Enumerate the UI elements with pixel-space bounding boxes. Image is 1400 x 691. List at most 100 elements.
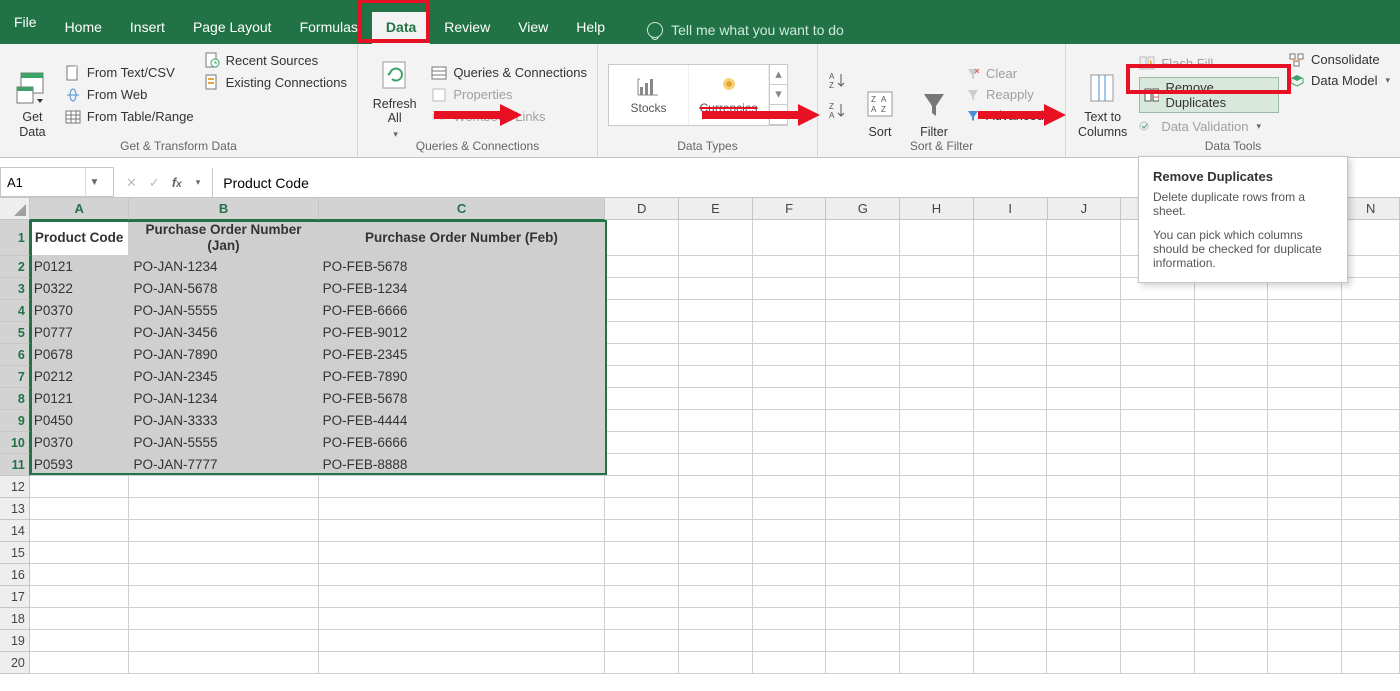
data-model-button[interactable]: Data Model ▾ <box>1289 73 1390 88</box>
cell[interactable] <box>753 542 827 564</box>
cell[interactable]: PO-FEB-2345 <box>319 344 606 366</box>
cell[interactable] <box>1047 564 1121 586</box>
tab-review[interactable]: Review <box>430 12 504 44</box>
cell[interactable] <box>1047 630 1121 652</box>
cell[interactable]: P0678 <box>30 344 130 366</box>
cell[interactable] <box>974 388 1048 410</box>
cell[interactable] <box>605 586 679 608</box>
enter-icon[interactable]: ✓ <box>149 175 160 191</box>
cell[interactable] <box>129 630 318 652</box>
from-text-csv-button[interactable]: From Text/CSV <box>65 65 194 81</box>
cell[interactable] <box>1047 322 1121 344</box>
cell[interactable] <box>1342 300 1400 322</box>
cell[interactable] <box>605 278 679 300</box>
cell[interactable] <box>1121 652 1195 674</box>
cell[interactable] <box>679 454 753 476</box>
namebox[interactable]: ▼ <box>0 167 114 197</box>
cell[interactable] <box>753 476 827 498</box>
cell[interactable]: Purchase Order Number (Feb) <box>319 220 606 256</box>
cell[interactable] <box>900 520 974 542</box>
column-header[interactable]: B <box>129 198 318 220</box>
cell[interactable] <box>1121 608 1195 630</box>
cell[interactable] <box>826 388 900 410</box>
cell[interactable] <box>826 564 900 586</box>
cell[interactable]: PO-JAN-2345 <box>129 366 318 388</box>
cell[interactable]: PO-JAN-5678 <box>129 278 318 300</box>
row-header[interactable]: 19 <box>0 630 30 652</box>
cell[interactable] <box>1121 410 1195 432</box>
sort-desc-button[interactable]: ZA <box>828 100 848 120</box>
select-all-corner[interactable] <box>0 198 30 220</box>
cell[interactable] <box>1047 498 1121 520</box>
filter-button[interactable]: Filter <box>912 50 956 139</box>
cell[interactable] <box>826 454 900 476</box>
row-header[interactable]: 8 <box>0 388 30 410</box>
cell[interactable] <box>319 542 606 564</box>
cell[interactable] <box>679 542 753 564</box>
cell[interactable] <box>605 344 679 366</box>
cell[interactable] <box>753 410 827 432</box>
cell[interactable] <box>30 630 130 652</box>
cell[interactable]: PO-FEB-1234 <box>319 278 606 300</box>
cell[interactable] <box>1121 542 1195 564</box>
cell[interactable] <box>30 498 130 520</box>
remove-duplicates-button[interactable]: Remove Duplicates <box>1139 77 1279 113</box>
cell[interactable] <box>1047 476 1121 498</box>
cell[interactable] <box>1195 630 1269 652</box>
cell[interactable] <box>1047 366 1121 388</box>
cell[interactable] <box>1121 432 1195 454</box>
cell[interactable] <box>826 608 900 630</box>
cell[interactable] <box>30 608 130 630</box>
cell[interactable] <box>974 256 1048 278</box>
row-header[interactable]: 17 <box>0 586 30 608</box>
fx-icon[interactable]: fx <box>172 175 182 190</box>
cell[interactable]: PO-JAN-5555 <box>129 300 318 322</box>
cell[interactable] <box>900 300 974 322</box>
column-header[interactable]: F <box>753 198 827 220</box>
cell[interactable] <box>679 410 753 432</box>
cell[interactable] <box>1342 520 1400 542</box>
cell[interactable] <box>753 344 827 366</box>
cell[interactable] <box>826 520 900 542</box>
cell[interactable] <box>129 586 318 608</box>
cell[interactable] <box>900 476 974 498</box>
cell[interactable] <box>1195 476 1269 498</box>
sort-asc-button[interactable]: AZ <box>828 70 848 90</box>
cell[interactable]: PO-JAN-7777 <box>129 454 318 476</box>
cell[interactable] <box>129 564 318 586</box>
cell[interactable] <box>826 586 900 608</box>
flash-fill-button[interactable]: Flash Fill <box>1139 56 1279 71</box>
cell[interactable] <box>1195 410 1269 432</box>
row-header[interactable]: 5 <box>0 322 30 344</box>
cell[interactable] <box>1121 630 1195 652</box>
cell[interactable] <box>1342 432 1400 454</box>
cell[interactable] <box>1047 608 1121 630</box>
cell[interactable] <box>1268 410 1342 432</box>
row-header[interactable]: 10 <box>0 432 30 454</box>
cell[interactable]: PO-FEB-5678 <box>319 388 606 410</box>
reapply-button[interactable]: Reapply <box>966 87 1044 102</box>
cell[interactable] <box>679 520 753 542</box>
cell[interactable] <box>1195 300 1269 322</box>
column-header[interactable]: H <box>900 198 974 220</box>
cell[interactable] <box>679 344 753 366</box>
cell[interactable] <box>679 652 753 674</box>
cell[interactable] <box>1047 454 1121 476</box>
cell[interactable] <box>826 344 900 366</box>
cell[interactable]: Purchase Order Number (Jan) <box>129 220 318 256</box>
cell[interactable] <box>605 432 679 454</box>
cell[interactable] <box>605 410 679 432</box>
cell[interactable] <box>826 256 900 278</box>
cell[interactable] <box>974 520 1048 542</box>
column-header[interactable]: D <box>605 198 679 220</box>
cell[interactable] <box>1047 388 1121 410</box>
row-header[interactable]: 2 <box>0 256 30 278</box>
row-header[interactable]: 20 <box>0 652 30 674</box>
cell[interactable]: P0370 <box>30 300 130 322</box>
cell[interactable] <box>1121 322 1195 344</box>
cell[interactable] <box>1195 454 1269 476</box>
cell[interactable]: PO-JAN-5555 <box>129 432 318 454</box>
cell[interactable] <box>1121 454 1195 476</box>
cell[interactable] <box>679 586 753 608</box>
cell[interactable] <box>30 520 130 542</box>
